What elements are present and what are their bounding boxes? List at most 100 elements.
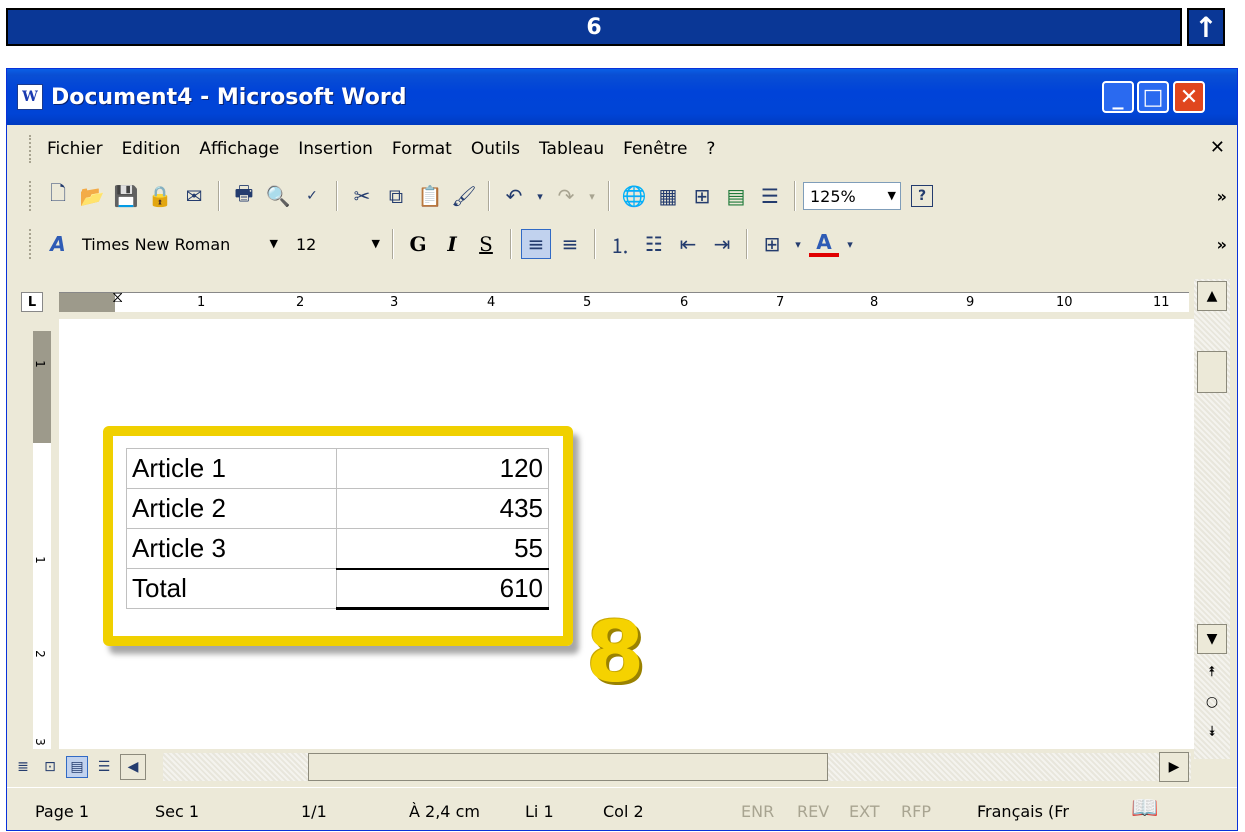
vertical-ruler[interactable]: 1 1 2 3 xyxy=(33,331,51,749)
outline-view-icon[interactable]: ☰ xyxy=(93,756,115,778)
insert-table-icon[interactable]: ⊞ xyxy=(687,181,717,211)
minimize-button[interactable]: _ xyxy=(1102,81,1134,113)
table-row[interactable]: Article 2 435 xyxy=(126,488,549,529)
scroll-down-button[interactable]: ▼ xyxy=(1197,624,1227,654)
status-rev[interactable]: REV xyxy=(797,802,829,821)
decrease-indent-icon[interactable]: ⇤ xyxy=(673,229,703,259)
chevron-down-icon[interactable]: ▼ xyxy=(270,237,278,250)
borders-dropdown-icon[interactable]: ▾ xyxy=(791,229,805,259)
menu-fichier[interactable]: Fichier xyxy=(47,139,103,159)
vertical-scrollbar[interactable]: ▲ ▼ ⯭ ○ ⯯ xyxy=(1194,279,1230,759)
document-area[interactable]: Article 1 120 Article 2 435 Article 3 55… xyxy=(59,319,1194,749)
save-icon[interactable]: 💾 xyxy=(111,181,141,211)
chevron-down-icon[interactable]: ▼ xyxy=(888,189,896,202)
table-cell-label[interactable]: Article 2 xyxy=(126,488,337,529)
redo-icon[interactable]: ↷ xyxy=(551,181,581,211)
help-icon[interactable]: ? xyxy=(911,185,933,207)
menu-grip[interactable] xyxy=(29,135,33,163)
table-cell-value[interactable]: 55 xyxy=(336,528,549,569)
align-center-icon[interactable]: ≡ xyxy=(555,229,585,259)
status-ext[interactable]: EXT xyxy=(849,802,880,821)
undo-dropdown-icon[interactable]: ▾ xyxy=(533,181,547,211)
menu-insertion[interactable]: Insertion xyxy=(298,139,373,159)
indent-marker-icon[interactable]: ⧖ xyxy=(112,287,123,307)
menu-tableau[interactable]: Tableau xyxy=(539,139,604,159)
status-language[interactable]: Français (Fr xyxy=(977,802,1069,821)
table-cell-label[interactable]: Article 1 xyxy=(126,448,337,489)
horizontal-scrollbar[interactable]: ▶ xyxy=(163,752,1191,782)
title-bar[interactable]: W Document4 - Microsoft Word _ □ ✕ xyxy=(7,69,1237,125)
tab-selector[interactable]: L xyxy=(21,292,43,312)
table-cell-value[interactable]: 435 xyxy=(336,488,549,529)
maximize-button[interactable]: □ xyxy=(1137,81,1169,113)
italic-button[interactable]: I xyxy=(437,229,467,259)
status-enr[interactable]: ENR xyxy=(741,802,774,821)
table-row[interactable]: Article 1 120 xyxy=(126,448,549,489)
numbering-icon[interactable]: ⒈ xyxy=(605,229,635,259)
table-cell-total[interactable]: 610 xyxy=(336,567,549,610)
font-size-combo[interactable]: 12 ▼ xyxy=(289,230,385,258)
toolbar-options-icon[interactable]: » xyxy=(1217,235,1227,254)
bullets-icon[interactable]: ☷ xyxy=(639,229,669,259)
columns-icon[interactable]: ☰ xyxy=(755,181,785,211)
menu-edition[interactable]: Edition xyxy=(122,139,181,159)
underline-button[interactable]: S xyxy=(471,229,501,259)
align-left-icon[interactable]: ≡ xyxy=(521,229,551,259)
vertical-scroll-thumb[interactable] xyxy=(1197,351,1227,393)
status-rfp[interactable]: RFP xyxy=(901,802,931,821)
spelling-icon[interactable]: ✓ xyxy=(297,181,327,211)
copy-icon[interactable]: ⧉ xyxy=(381,181,411,211)
toolbar-grip[interactable] xyxy=(29,181,33,211)
font-color-dropdown-icon[interactable]: ▾ xyxy=(843,229,857,259)
close-button[interactable]: ✕ xyxy=(1173,81,1205,113)
paste-icon[interactable]: 📋 xyxy=(415,181,445,211)
menu-help[interactable]: ? xyxy=(706,139,715,159)
menu-fenetre[interactable]: Fenêtre xyxy=(623,139,687,159)
new-document-icon[interactable]: 🗋 xyxy=(43,181,73,211)
toolbar-options-icon[interactable]: » xyxy=(1217,187,1227,206)
document-table[interactable]: Article 1 120 Article 2 435 Article 3 55… xyxy=(126,448,549,610)
table-row-total[interactable]: Total 610 xyxy=(126,567,549,610)
menu-outils[interactable]: Outils xyxy=(471,139,520,159)
table-cell-label[interactable]: Article 3 xyxy=(126,528,337,569)
scroll-right-button[interactable]: ▶ xyxy=(1159,752,1189,782)
print-preview-icon[interactable]: 🔍 xyxy=(263,181,293,211)
borders-icon[interactable]: ⊞ xyxy=(757,229,787,259)
word-app-icon[interactable]: W xyxy=(17,84,43,110)
page-view-icon[interactable]: ▤ xyxy=(66,756,88,778)
tables-borders-icon[interactable]: ▦ xyxy=(653,181,683,211)
table-row[interactable]: Article 3 55 xyxy=(126,528,549,569)
increase-indent-icon[interactable]: ⇥ xyxy=(707,229,737,259)
scroll-left-button[interactable]: ◀ xyxy=(120,754,146,780)
bold-button[interactable]: G xyxy=(403,229,433,259)
redo-dropdown-icon[interactable]: ▾ xyxy=(585,181,599,211)
table-cell-value[interactable]: 120 xyxy=(336,448,549,489)
menu-format[interactable]: Format xyxy=(392,139,452,159)
previous-page-button[interactable]: ⯭ xyxy=(1197,657,1227,687)
email-icon[interactable]: ✉ xyxy=(179,181,209,211)
horizontal-ruler[interactable]: 1 2 3 4 5 6 7 8 9 10 11 ⧖ xyxy=(59,287,1189,312)
font-color-button[interactable]: A xyxy=(809,230,839,257)
insert-excel-icon[interactable]: ▤ xyxy=(721,181,751,211)
format-painter-icon[interactable]: 🖌 xyxy=(449,181,479,211)
scroll-up-button[interactable]: ▲ xyxy=(1197,281,1227,311)
chevron-down-icon[interactable]: ▼ xyxy=(372,237,380,250)
font-combo[interactable]: Times New Roman ▼ xyxy=(75,230,283,258)
next-page-button[interactable]: ⯯ xyxy=(1197,717,1227,747)
print-icon[interactable]: 🖶 xyxy=(229,181,259,211)
cut-icon[interactable]: ✂ xyxy=(347,181,377,211)
permission-icon[interactable]: 🔒 xyxy=(145,181,175,211)
toolbar-grip[interactable] xyxy=(29,229,33,259)
hyperlink-icon[interactable]: 🌐 xyxy=(619,181,649,211)
web-view-icon[interactable]: ⊡ xyxy=(39,756,61,778)
horizontal-scroll-thumb[interactable] xyxy=(308,753,828,781)
undo-icon[interactable]: ↶ xyxy=(499,181,529,211)
zoom-combo[interactable]: 125% ▼ xyxy=(803,182,901,210)
normal-view-icon[interactable]: ≣ xyxy=(12,756,34,778)
browse-object-button[interactable]: ○ xyxy=(1197,687,1227,717)
styles-icon[interactable]: A xyxy=(43,229,73,259)
open-folder-icon[interactable]: 📂 xyxy=(77,181,107,211)
close-document-button[interactable]: ✕ xyxy=(1210,137,1225,158)
menu-affichage[interactable]: Affichage xyxy=(199,139,279,159)
spelling-status-icon[interactable]: 📖 xyxy=(1131,796,1158,821)
